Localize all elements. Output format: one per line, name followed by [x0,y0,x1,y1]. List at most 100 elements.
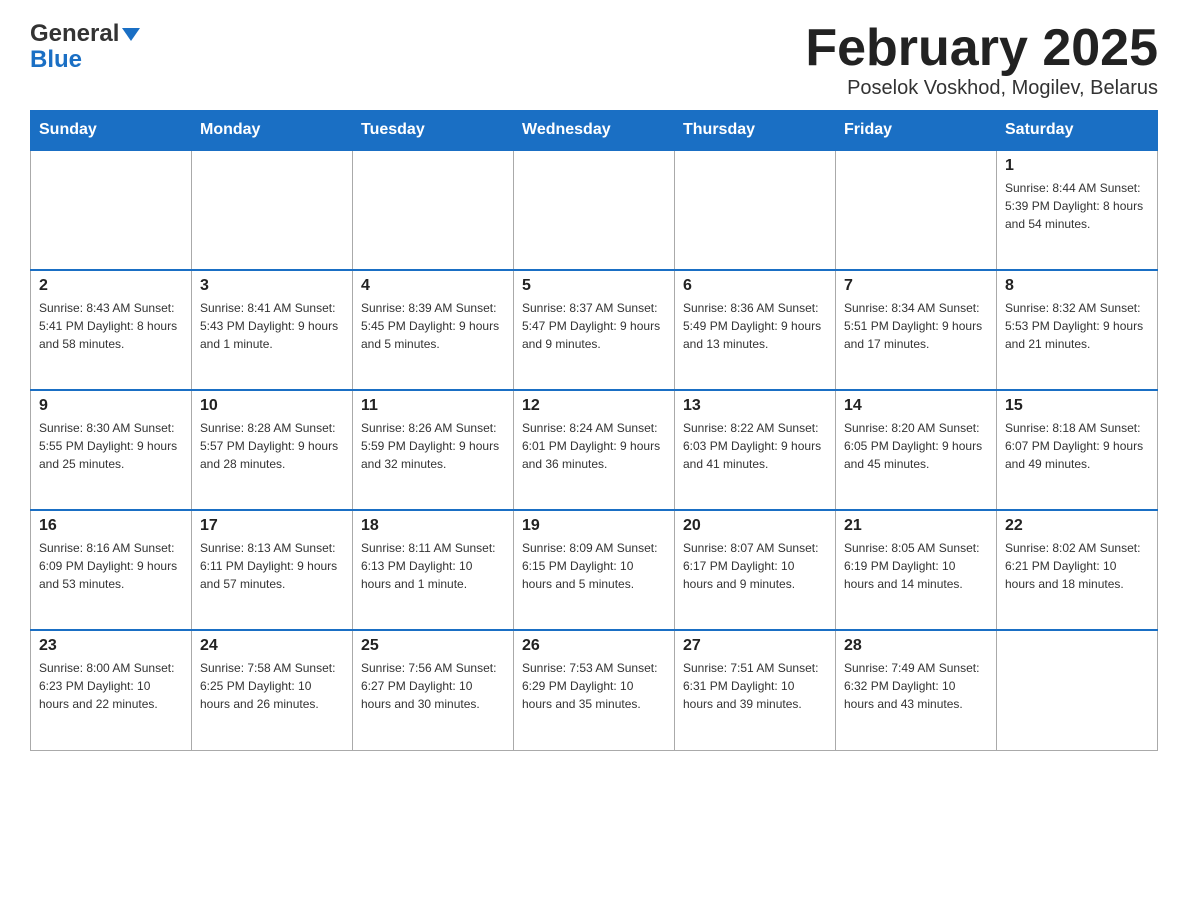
day-info: Sunrise: 8:00 AM Sunset: 6:23 PM Dayligh… [39,659,183,713]
day-info: Sunrise: 7:49 AM Sunset: 6:32 PM Dayligh… [844,659,988,713]
day-number: 18 [361,517,505,535]
day-info: Sunrise: 8:41 AM Sunset: 5:43 PM Dayligh… [200,299,344,353]
day-info: Sunrise: 8:34 AM Sunset: 5:51 PM Dayligh… [844,299,988,353]
day-number: 4 [361,277,505,295]
day-info: Sunrise: 8:02 AM Sunset: 6:21 PM Dayligh… [1005,539,1149,593]
column-header-friday: Friday [836,111,997,151]
column-header-sunday: Sunday [31,111,192,151]
day-info: Sunrise: 8:13 AM Sunset: 6:11 PM Dayligh… [200,539,344,593]
week-row-3: 9 Sunrise: 8:30 AM Sunset: 5:55 PM Daylig… [31,390,1158,510]
day-number: 6 [683,277,827,295]
column-header-wednesday: Wednesday [514,111,675,151]
week-row-5: 23 Sunrise: 8:00 AM Sunset: 6:23 PM Dayli… [31,630,1158,750]
week-row-4: 16 Sunrise: 8:16 AM Sunset: 6:09 PM Dayli… [31,510,1158,630]
page-header: General Blue February 2025 Poselok Voskh… [30,20,1158,100]
calendar-cell [675,150,836,270]
calendar-cell [514,150,675,270]
calendar-cell: 26 Sunrise: 7:53 AM Sunset: 6:29 PM Dayli… [514,630,675,750]
column-header-tuesday: Tuesday [353,111,514,151]
day-info: Sunrise: 8:11 AM Sunset: 6:13 PM Dayligh… [361,539,505,593]
day-number: 13 [683,397,827,415]
calendar-header-row: SundayMondayTuesdayWednesdayThursdayFrid… [31,111,1158,151]
day-info: Sunrise: 8:26 AM Sunset: 5:59 PM Dayligh… [361,419,505,473]
day-number: 19 [522,517,666,535]
logo-line2: Blue [30,48,82,72]
calendar-cell: 21 Sunrise: 8:05 AM Sunset: 6:19 PM Dayli… [836,510,997,630]
calendar-cell: 8 Sunrise: 8:32 AM Sunset: 5:53 PM Daylig… [997,270,1158,390]
calendar-cell [353,150,514,270]
day-info: Sunrise: 8:18 AM Sunset: 6:07 PM Dayligh… [1005,419,1149,473]
title-block: February 2025 Poselok Voskhod, Mogilev, … [805,20,1158,100]
day-info: Sunrise: 8:32 AM Sunset: 5:53 PM Dayligh… [1005,299,1149,353]
day-number: 15 [1005,397,1149,415]
month-title: February 2025 [805,20,1158,77]
day-info: Sunrise: 8:05 AM Sunset: 6:19 PM Dayligh… [844,539,988,593]
calendar-cell: 28 Sunrise: 7:49 AM Sunset: 6:32 PM Dayli… [836,630,997,750]
calendar-cell: 19Sunrise: 8:09 AM Sunset: 6:15 PM Dayli… [514,510,675,630]
calendar-cell: 17Sunrise: 8:13 AM Sunset: 6:11 PM Dayli… [192,510,353,630]
calendar-cell: 12 Sunrise: 8:24 AM Sunset: 6:01 PM Dayli… [514,390,675,510]
day-info: Sunrise: 8:07 AM Sunset: 6:17 PM Dayligh… [683,539,827,593]
day-info: Sunrise: 8:16 AM Sunset: 6:09 PM Dayligh… [39,539,183,593]
logo-line1: General [30,20,142,48]
calendar-cell: 9 Sunrise: 8:30 AM Sunset: 5:55 PM Daylig… [31,390,192,510]
calendar-cell: 24 Sunrise: 7:58 AM Sunset: 6:25 PM Dayli… [192,630,353,750]
calendar-cell: 22 Sunrise: 8:02 AM Sunset: 6:21 PM Dayli… [997,510,1158,630]
day-info: Sunrise: 7:56 AM Sunset: 6:27 PM Dayligh… [361,659,505,713]
calendar-cell: 15 Sunrise: 8:18 AM Sunset: 6:07 PM Dayli… [997,390,1158,510]
calendar-cell: 23 Sunrise: 8:00 AM Sunset: 6:23 PM Dayli… [31,630,192,750]
day-number: 3 [200,277,344,295]
calendar-cell [192,150,353,270]
day-info: Sunrise: 8:39 AM Sunset: 5:45 PM Dayligh… [361,299,505,353]
calendar-cell: 18 Sunrise: 8:11 AM Sunset: 6:13 PM Dayli… [353,510,514,630]
day-number: 21 [844,517,988,535]
calendar-cell: 7 Sunrise: 8:34 AM Sunset: 5:51 PM Daylig… [836,270,997,390]
logo-triangle-icon [122,28,140,41]
calendar-cell [31,150,192,270]
day-info: Sunrise: 8:43 AM Sunset: 5:41 PM Dayligh… [39,299,183,353]
day-info: Sunrise: 7:53 AM Sunset: 6:29 PM Dayligh… [522,659,666,713]
day-number: 2 [39,277,183,295]
calendar-cell: 6 Sunrise: 8:36 AM Sunset: 5:49 PM Daylig… [675,270,836,390]
day-info: Sunrise: 8:44 AM Sunset: 5:39 PM Dayligh… [1005,179,1149,233]
calendar-cell: 20Sunrise: 8:07 AM Sunset: 6:17 PM Dayli… [675,510,836,630]
day-number: 12 [522,397,666,415]
calendar-cell: 3 Sunrise: 8:41 AM Sunset: 5:43 PM Daylig… [192,270,353,390]
calendar-cell: 13 Sunrise: 8:22 AM Sunset: 6:03 PM Dayli… [675,390,836,510]
day-info: Sunrise: 7:58 AM Sunset: 6:25 PM Dayligh… [200,659,344,713]
calendar-cell [997,630,1158,750]
day-number: 9 [39,397,183,415]
day-info: Sunrise: 8:28 AM Sunset: 5:57 PM Dayligh… [200,419,344,473]
column-header-monday: Monday [192,111,353,151]
calendar-cell: 1Sunrise: 8:44 AM Sunset: 5:39 PM Daylig… [997,150,1158,270]
day-info: Sunrise: 8:37 AM Sunset: 5:47 PM Dayligh… [522,299,666,353]
day-info: Sunrise: 8:24 AM Sunset: 6:01 PM Dayligh… [522,419,666,473]
logo: General Blue [30,20,142,72]
day-number: 27 [683,637,827,655]
day-info: Sunrise: 8:30 AM Sunset: 5:55 PM Dayligh… [39,419,183,473]
calendar-cell: 4 Sunrise: 8:39 AM Sunset: 5:45 PM Daylig… [353,270,514,390]
day-number: 7 [844,277,988,295]
column-header-thursday: Thursday [675,111,836,151]
day-info: Sunrise: 8:20 AM Sunset: 6:05 PM Dayligh… [844,419,988,473]
calendar-cell: 16 Sunrise: 8:16 AM Sunset: 6:09 PM Dayli… [31,510,192,630]
calendar-cell: 27Sunrise: 7:51 AM Sunset: 6:31 PM Dayli… [675,630,836,750]
day-info: Sunrise: 8:22 AM Sunset: 6:03 PM Dayligh… [683,419,827,473]
day-number: 23 [39,637,183,655]
day-info: Sunrise: 8:36 AM Sunset: 5:49 PM Dayligh… [683,299,827,353]
week-row-1: 1Sunrise: 8:44 AM Sunset: 5:39 PM Daylig… [31,150,1158,270]
calendar-cell: 2 Sunrise: 8:43 AM Sunset: 5:41 PM Daylig… [31,270,192,390]
day-number: 24 [200,637,344,655]
day-number: 22 [1005,517,1149,535]
calendar-cell: 10 Sunrise: 8:28 AM Sunset: 5:57 PM Dayli… [192,390,353,510]
day-number: 11 [361,397,505,415]
calendar-table: SundayMondayTuesdayWednesdayThursdayFrid… [30,110,1158,751]
day-number: 25 [361,637,505,655]
day-number: 8 [1005,277,1149,295]
day-number: 28 [844,637,988,655]
day-number: 16 [39,517,183,535]
day-number: 26 [522,637,666,655]
calendar-cell [836,150,997,270]
day-number: 10 [200,397,344,415]
week-row-2: 2 Sunrise: 8:43 AM Sunset: 5:41 PM Daylig… [31,270,1158,390]
